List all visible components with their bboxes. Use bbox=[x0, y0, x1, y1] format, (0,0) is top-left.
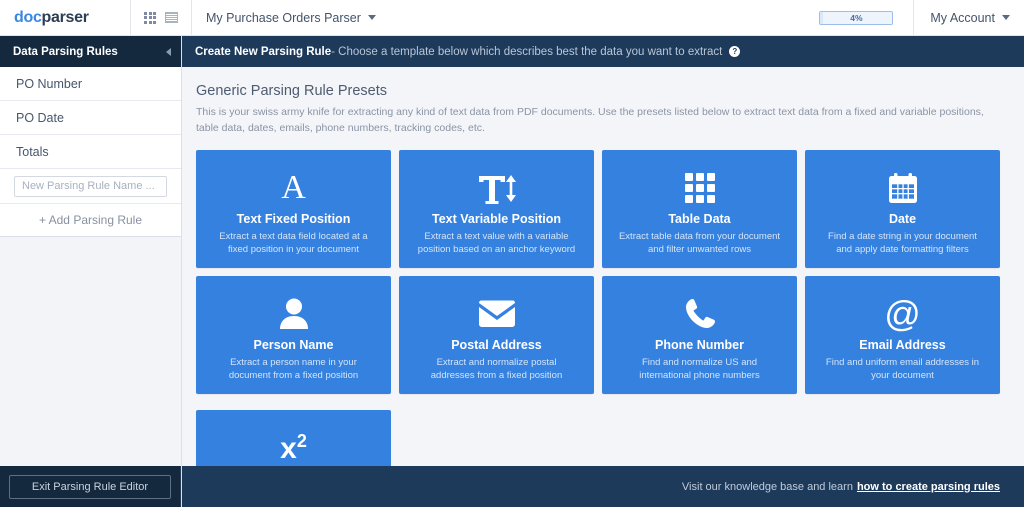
sidebar-item-label: PO Date bbox=[16, 110, 64, 125]
sidebar-item-label: PO Number bbox=[16, 76, 82, 91]
card-description: Extract table data from your document an… bbox=[618, 230, 781, 256]
docparser-logo[interactable]: docparser bbox=[0, 9, 130, 27]
card-description: Find a date string in your document and … bbox=[828, 230, 977, 256]
card-title: Table Data bbox=[668, 211, 731, 226]
card-description: Extract and normalize postal addresses f… bbox=[430, 356, 563, 382]
main-panel: Create New Parsing Rule - Choose a templ… bbox=[182, 36, 1024, 507]
preset-card-text-fixed-position[interactable]: A Text Fixed Position Extract a text dat… bbox=[196, 149, 391, 268]
person-icon bbox=[278, 294, 310, 334]
at-sign-glyph: @ bbox=[884, 292, 921, 334]
x-squared-icon: x2 bbox=[280, 428, 307, 466]
envelope-icon bbox=[477, 294, 517, 334]
phone-icon bbox=[683, 294, 717, 334]
card-title: Email Address bbox=[859, 337, 946, 352]
parser-selector[interactable]: My Purchase Orders Parser bbox=[192, 11, 376, 25]
exit-parsing-rule-editor-button[interactable]: Exit Parsing Rule Editor bbox=[8, 474, 172, 499]
sidebar-title: Data Parsing Rules bbox=[13, 45, 118, 58]
app-root: docparser My Purchase Orders Parser 4% M… bbox=[0, 0, 1024, 507]
my-account-label: My Account bbox=[930, 10, 995, 25]
parser-name-label: My Purchase Orders Parser bbox=[206, 10, 361, 25]
card-description: Find and normalize US and international … bbox=[639, 356, 760, 382]
sidebar-item-po-number[interactable]: PO Number bbox=[0, 67, 181, 101]
preset-card-table-data[interactable]: Table Data Extract table data from your … bbox=[602, 149, 797, 268]
card-title: Phone Number bbox=[655, 337, 744, 352]
calendar-icon bbox=[886, 168, 920, 208]
section-title: Generic Parsing Rule Presets bbox=[196, 83, 387, 99]
knowledge-base-link[interactable]: how to create parsing rules bbox=[857, 481, 1000, 493]
content-area: Generic Parsing Rule Presets This is you… bbox=[182, 67, 1024, 466]
top-bar: docparser My Purchase Orders Parser 4% M… bbox=[0, 0, 1024, 36]
letter-a-glyph: A bbox=[281, 168, 306, 206]
section-description: This is your swiss army knife for extrac… bbox=[196, 106, 984, 135]
preset-card-grid: A Text Fixed Position Extract a text dat… bbox=[196, 149, 1000, 466]
x-glyph: x bbox=[280, 431, 297, 465]
page-title: Create New Parsing Rule bbox=[195, 45, 332, 58]
superscript-glyph: 2 bbox=[296, 430, 307, 451]
view-switcher bbox=[131, 11, 191, 24]
preset-card-postal-address[interactable]: Postal Address Extract and normalize pos… bbox=[399, 275, 594, 394]
add-parsing-rule-label: + Add Parsing Rule bbox=[38, 213, 143, 227]
footer: Visit our knowledge base and learn how t… bbox=[182, 466, 1024, 507]
sidebar-item-label: Totals bbox=[16, 144, 49, 159]
usage-progress-label: 4% bbox=[850, 12, 863, 23]
preset-card-email-address[interactable]: @ Email Address Find and uniform email a… bbox=[805, 275, 1000, 394]
card-title: Text Fixed Position bbox=[236, 211, 351, 226]
footer-text: Visit our knowledge base and learn bbox=[681, 480, 853, 493]
logo-doc-text: doc bbox=[14, 8, 42, 26]
page-header: Create New Parsing Rule - Choose a templ… bbox=[182, 36, 1024, 67]
collapse-left-icon[interactable] bbox=[166, 47, 171, 56]
sidebar-header: Data Parsing Rules bbox=[0, 36, 181, 67]
parsing-rule-list: PO Number PO Date Totals + Add Parsing R… bbox=[0, 67, 181, 237]
card-title: Date bbox=[888, 211, 917, 226]
body-layout: Data Parsing Rules PO Number PO Date Tot… bbox=[0, 36, 1024, 507]
letter-a-icon: A bbox=[281, 168, 306, 208]
top-bar-right: 4% My Account bbox=[819, 0, 1024, 36]
card-description: Extract a person name in your document f… bbox=[228, 356, 359, 382]
preset-card-formula[interactable]: x2 bbox=[196, 409, 391, 466]
new-rule-input-row bbox=[0, 169, 181, 204]
chevron-down-icon bbox=[367, 15, 376, 20]
preset-card-text-variable-position[interactable]: Text Variable Position Extract a text va… bbox=[399, 149, 594, 268]
sidebar: Data Parsing Rules PO Number PO Date Tot… bbox=[0, 36, 182, 507]
card-title: Person Name bbox=[253, 337, 334, 352]
list-view-icon[interactable] bbox=[165, 12, 178, 23]
card-title: Text Variable Position bbox=[432, 211, 561, 226]
help-icon[interactable]: ? bbox=[729, 46, 741, 57]
my-account-menu[interactable]: My Account bbox=[913, 0, 1024, 36]
chevron-down-icon bbox=[1002, 15, 1010, 20]
sidebar-item-totals[interactable]: Totals bbox=[0, 135, 181, 169]
add-parsing-rule-button[interactable]: + Add Parsing Rule bbox=[0, 204, 181, 237]
card-description: Find and uniform email addresses in your… bbox=[825, 356, 980, 382]
logo-parser-text: parser bbox=[41, 8, 89, 26]
page-subtitle: - Choose a template below which describe… bbox=[331, 45, 723, 58]
card-description: Extract a text value with a variable pos… bbox=[417, 230, 576, 256]
table-grid-icon bbox=[684, 168, 715, 208]
new-parsing-rule-input[interactable] bbox=[14, 175, 167, 197]
usage-progress-bar: 4% bbox=[819, 10, 894, 25]
preset-card-date[interactable]: Date Find a date string in your document… bbox=[805, 149, 1000, 268]
at-sign-icon: @ bbox=[884, 294, 921, 334]
sidebar-item-po-date[interactable]: PO Date bbox=[0, 101, 181, 135]
preset-card-person-name[interactable]: Person Name Extract a person name in you… bbox=[196, 275, 391, 394]
card-title: Postal Address bbox=[451, 337, 542, 352]
text-variable-position-icon bbox=[475, 168, 519, 208]
card-description: Extract a text data field located at a f… bbox=[219, 230, 368, 256]
sidebar-footer: Exit Parsing Rule Editor bbox=[0, 466, 181, 507]
sidebar-filler bbox=[0, 237, 181, 466]
grid-view-icon[interactable] bbox=[144, 11, 156, 24]
usage-progress-fill bbox=[820, 11, 824, 24]
preset-card-phone-number[interactable]: Phone Number Find and normalize US and i… bbox=[602, 275, 797, 394]
